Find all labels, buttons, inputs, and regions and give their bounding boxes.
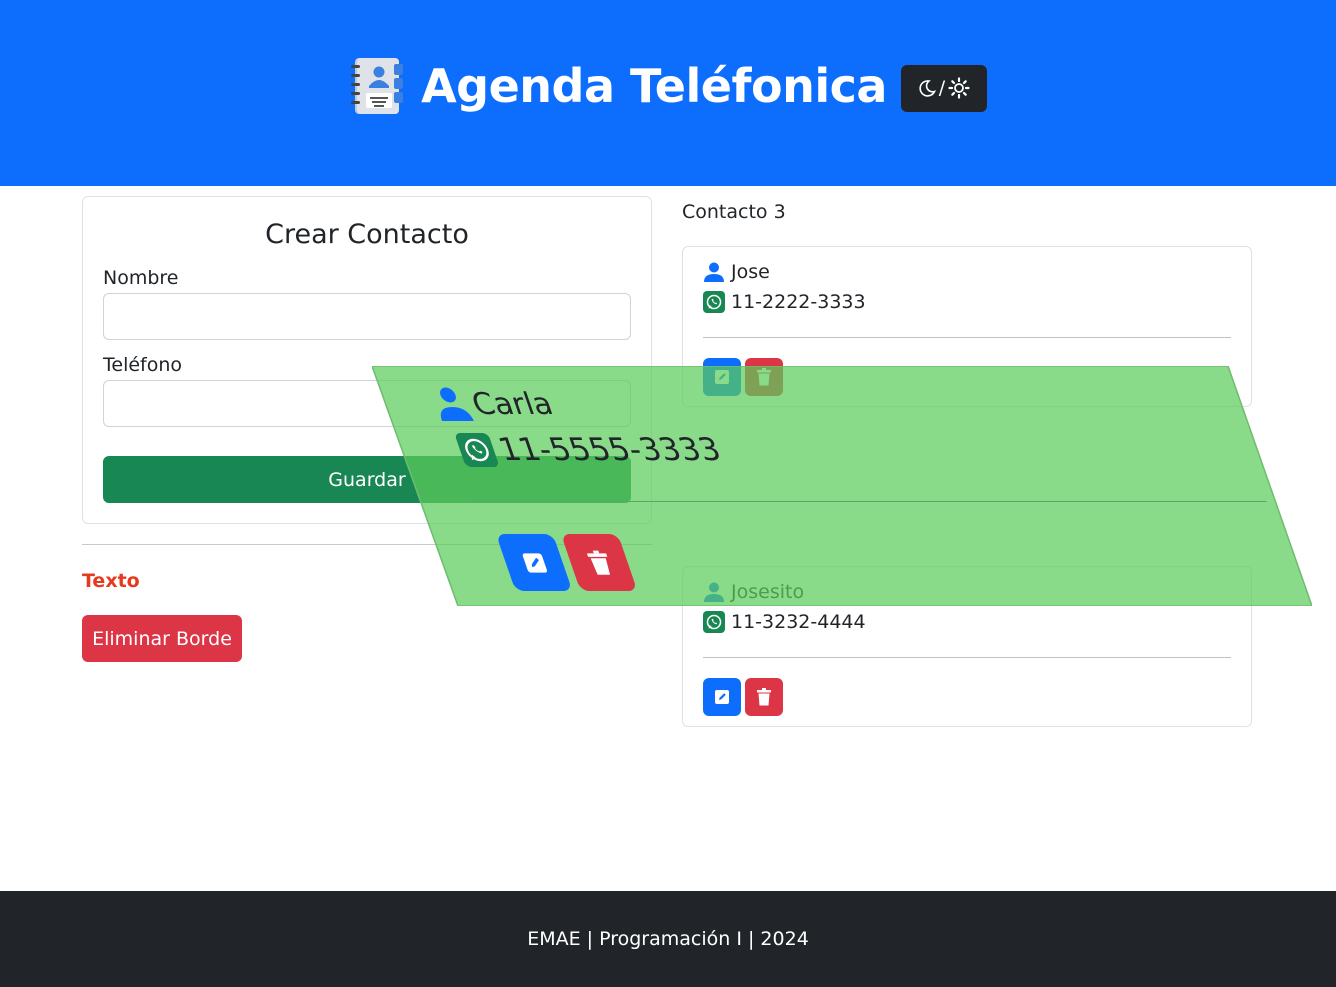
delete-contact-button[interactable]: [745, 678, 783, 716]
texto-label: Texto: [82, 570, 140, 592]
edit-contact-button[interactable]: [703, 678, 741, 716]
contact-card[interactable]: Josesito 11-3232-4444: [682, 566, 1252, 727]
phone-label: Teléfono: [103, 354, 183, 376]
whatsapp-icon: [703, 611, 725, 633]
page-title: Agenda Teléfonica: [421, 59, 887, 113]
name-label: Nombre: [103, 267, 179, 289]
contact-card[interactable]: Jose 11-2222-3333: [682, 246, 1252, 407]
theme-separator: /: [938, 77, 946, 99]
person-icon: [704, 262, 724, 282]
edit-contact-button[interactable]: [703, 358, 741, 396]
remove-border-button[interactable]: Eliminar Borde: [82, 615, 242, 662]
trash-icon: [757, 688, 771, 706]
contact-name: Jose: [731, 261, 770, 283]
footer-text: EMAE | Programación I | 2024: [527, 928, 809, 950]
dragged-edit-button: [495, 534, 573, 591]
pencil-square-icon: [522, 552, 547, 573]
create-contact-form: Crear Contacto Nombre Teléfono Guardar: [82, 196, 652, 524]
pencil-square-icon: [715, 370, 729, 384]
contact-phone: 11-2222-3333: [731, 291, 866, 313]
save-button[interactable]: Guardar: [103, 456, 631, 503]
contact-name: Josesito: [731, 581, 805, 603]
contact-phone-row: 11-3232-4444: [703, 611, 866, 633]
contact-name-row: Josesito: [703, 581, 804, 603]
phone-input[interactable]: [103, 380, 631, 427]
gear-sun-icon: [948, 77, 970, 99]
name-input[interactable]: [103, 293, 631, 340]
contact-divider: [703, 657, 1231, 658]
delete-contact-button[interactable]: [745, 358, 783, 396]
section-divider: [82, 544, 652, 545]
pencil-square-icon: [715, 690, 729, 704]
person-icon: [704, 582, 724, 602]
trash-icon: [586, 550, 610, 575]
contact-phone: 11-3232-4444: [731, 611, 866, 633]
contacts-count-heading: Contacto 3: [682, 201, 786, 223]
trash-icon: [757, 368, 771, 386]
page-footer: EMAE | Programación I | 2024: [0, 891, 1336, 987]
whatsapp-icon: [703, 291, 725, 313]
contact-book-icon: [351, 58, 404, 114]
header-brand: Agenda Teléfonica /: [349, 56, 987, 116]
dragged-delete-button: [560, 534, 638, 591]
contact-name-row: Jose: [703, 261, 770, 283]
moon-icon: [919, 80, 936, 97]
contact-divider: [703, 337, 1231, 338]
contact-phone-row: 11-2222-3333: [703, 291, 866, 313]
theme-toggle-button[interactable]: /: [900, 64, 987, 112]
form-title: Crear Contacto: [265, 219, 469, 250]
page-header: Agenda Teléfonica /: [0, 0, 1336, 186]
